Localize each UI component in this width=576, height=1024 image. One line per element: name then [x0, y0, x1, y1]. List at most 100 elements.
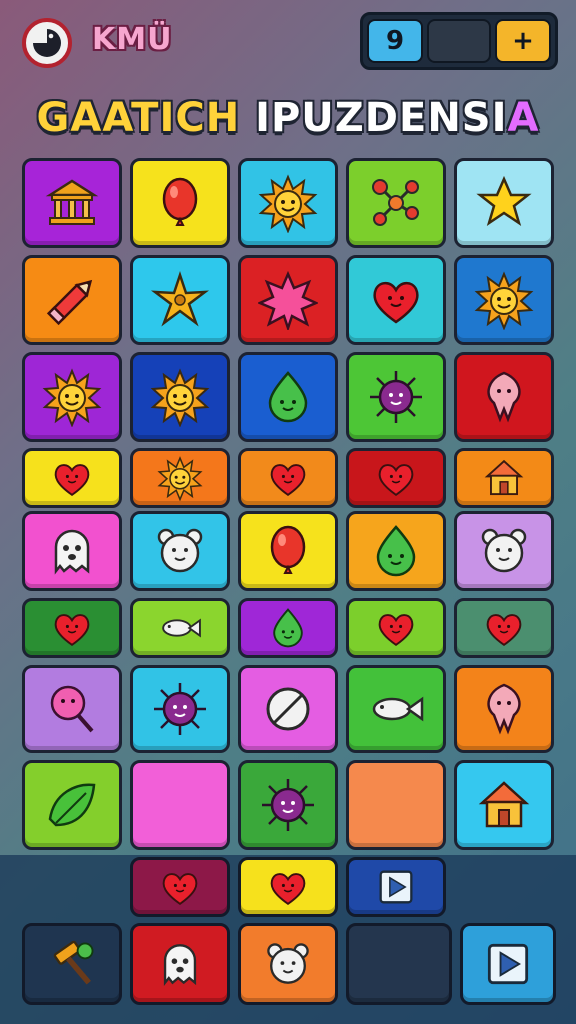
heart-icon: [162, 873, 198, 906]
heart-icon: [54, 464, 90, 497]
starfish-icon: [150, 271, 210, 327]
board-tile[interactable]: [454, 760, 554, 850]
board-tile[interactable]: [130, 158, 230, 248]
board-tile[interactable]: [22, 760, 122, 850]
board-tile[interactable]: [454, 598, 554, 658]
board-tile[interactable]: [22, 352, 122, 442]
board-tile[interactable]: [22, 255, 122, 345]
board-tile[interactable]: [130, 255, 230, 345]
sun-icon: [474, 271, 534, 330]
bear-icon: [267, 943, 309, 984]
next-button[interactable]: [460, 923, 556, 1005]
game-board: [22, 158, 556, 850]
board-tile[interactable]: [130, 665, 230, 753]
balloon-icon: [270, 525, 306, 574]
squid-icon: [487, 371, 521, 423]
swirl-icon: 9: [385, 26, 405, 56]
pencil-icon: [46, 279, 93, 326]
tray-slot-empty[interactable]: [346, 923, 452, 1005]
star-icon: [476, 175, 532, 226]
ghost-icon: [163, 944, 197, 986]
drop-face-icon: [273, 608, 303, 648]
board-tile[interactable]: [130, 760, 230, 850]
heart-icon: [378, 464, 414, 497]
tray-tile[interactable]: [22, 923, 122, 1005]
title-word-2: IPUZDENSI: [255, 95, 508, 141]
sun-icon: [42, 368, 102, 427]
fish-icon: [162, 618, 201, 638]
add-button[interactable]: +: [495, 19, 551, 63]
sun-icon: [258, 174, 318, 233]
board-tile[interactable]: [22, 511, 122, 591]
board-tile[interactable]: [454, 665, 554, 753]
sun-icon: [157, 456, 203, 501]
board-tile[interactable]: [454, 511, 554, 591]
leaf-icon: [48, 783, 96, 827]
empty-tile: [150, 775, 210, 835]
plus-icon: +: [512, 26, 534, 56]
swirl-button[interactable]: 9: [367, 19, 423, 63]
board-tile[interactable]: [454, 352, 554, 442]
top-controls: 9 +: [360, 12, 558, 70]
urchin-icon: [262, 779, 314, 831]
board-tile[interactable]: [22, 598, 122, 658]
bear-icon: [481, 528, 527, 573]
fish-icon: [372, 696, 424, 722]
tray-tile[interactable]: [130, 857, 230, 917]
logo-badge[interactable]: [22, 18, 72, 68]
board-tile[interactable]: [238, 255, 338, 345]
tray-tile[interactable]: [238, 923, 338, 1005]
board-tile[interactable]: [130, 352, 230, 442]
heart-icon: [270, 464, 306, 497]
heart-icon: [486, 614, 522, 647]
bear-icon: [157, 528, 203, 573]
board-tile[interactable]: [22, 665, 122, 753]
tray-tile[interactable]: [346, 857, 446, 917]
lollipop-icon: [50, 685, 94, 733]
board-tile[interactable]: [346, 255, 446, 345]
burst-icon: [258, 270, 318, 330]
board-tile[interactable]: [238, 511, 338, 591]
board-tile[interactable]: [22, 448, 122, 508]
empty-slot-button[interactable]: [427, 19, 491, 63]
board-tile[interactable]: [454, 158, 554, 248]
board-tile[interactable]: [238, 760, 338, 850]
board-tile[interactable]: [238, 352, 338, 442]
board-tile[interactable]: [238, 665, 338, 753]
board-tile[interactable]: [238, 448, 338, 508]
title-word-1: GAATICH: [36, 95, 241, 141]
board-tile[interactable]: [346, 760, 446, 850]
heart-icon: [54, 614, 90, 647]
tray-tile[interactable]: [238, 857, 338, 917]
top-bar: KMÜ 9 +: [0, 0, 576, 85]
heart-icon: [373, 281, 419, 324]
molecule-icon: [372, 179, 419, 226]
empty-slot: [371, 936, 427, 992]
board-tile[interactable]: [130, 598, 230, 658]
board-tile[interactable]: [22, 158, 122, 248]
board-tile[interactable]: [454, 448, 554, 508]
heart-icon: [270, 873, 306, 906]
board-tile[interactable]: [346, 352, 446, 442]
squid-icon: [487, 683, 521, 735]
board-tile[interactable]: [346, 598, 446, 658]
tray-tile[interactable]: [130, 923, 230, 1005]
sun-icon: [150, 368, 210, 427]
play-icon: [379, 870, 413, 904]
tray-panel: [0, 855, 576, 1024]
game-title: GAATICH IPUZDENSIA: [0, 95, 576, 141]
drop-face-icon: [376, 525, 416, 577]
board-tile[interactable]: [130, 448, 230, 508]
board-tile[interactable]: [346, 448, 446, 508]
board-tile[interactable]: [238, 598, 338, 658]
house-icon: [484, 459, 524, 496]
ghost-icon: [54, 529, 90, 575]
board-tile[interactable]: [346, 511, 446, 591]
board-tile[interactable]: [454, 255, 554, 345]
board-tile[interactable]: [238, 158, 338, 248]
board-tile[interactable]: [130, 511, 230, 591]
board-tile[interactable]: [346, 158, 446, 248]
board-tile[interactable]: [346, 665, 446, 753]
temple-icon: [45, 179, 99, 225]
logo-text: KMÜ: [92, 22, 173, 57]
